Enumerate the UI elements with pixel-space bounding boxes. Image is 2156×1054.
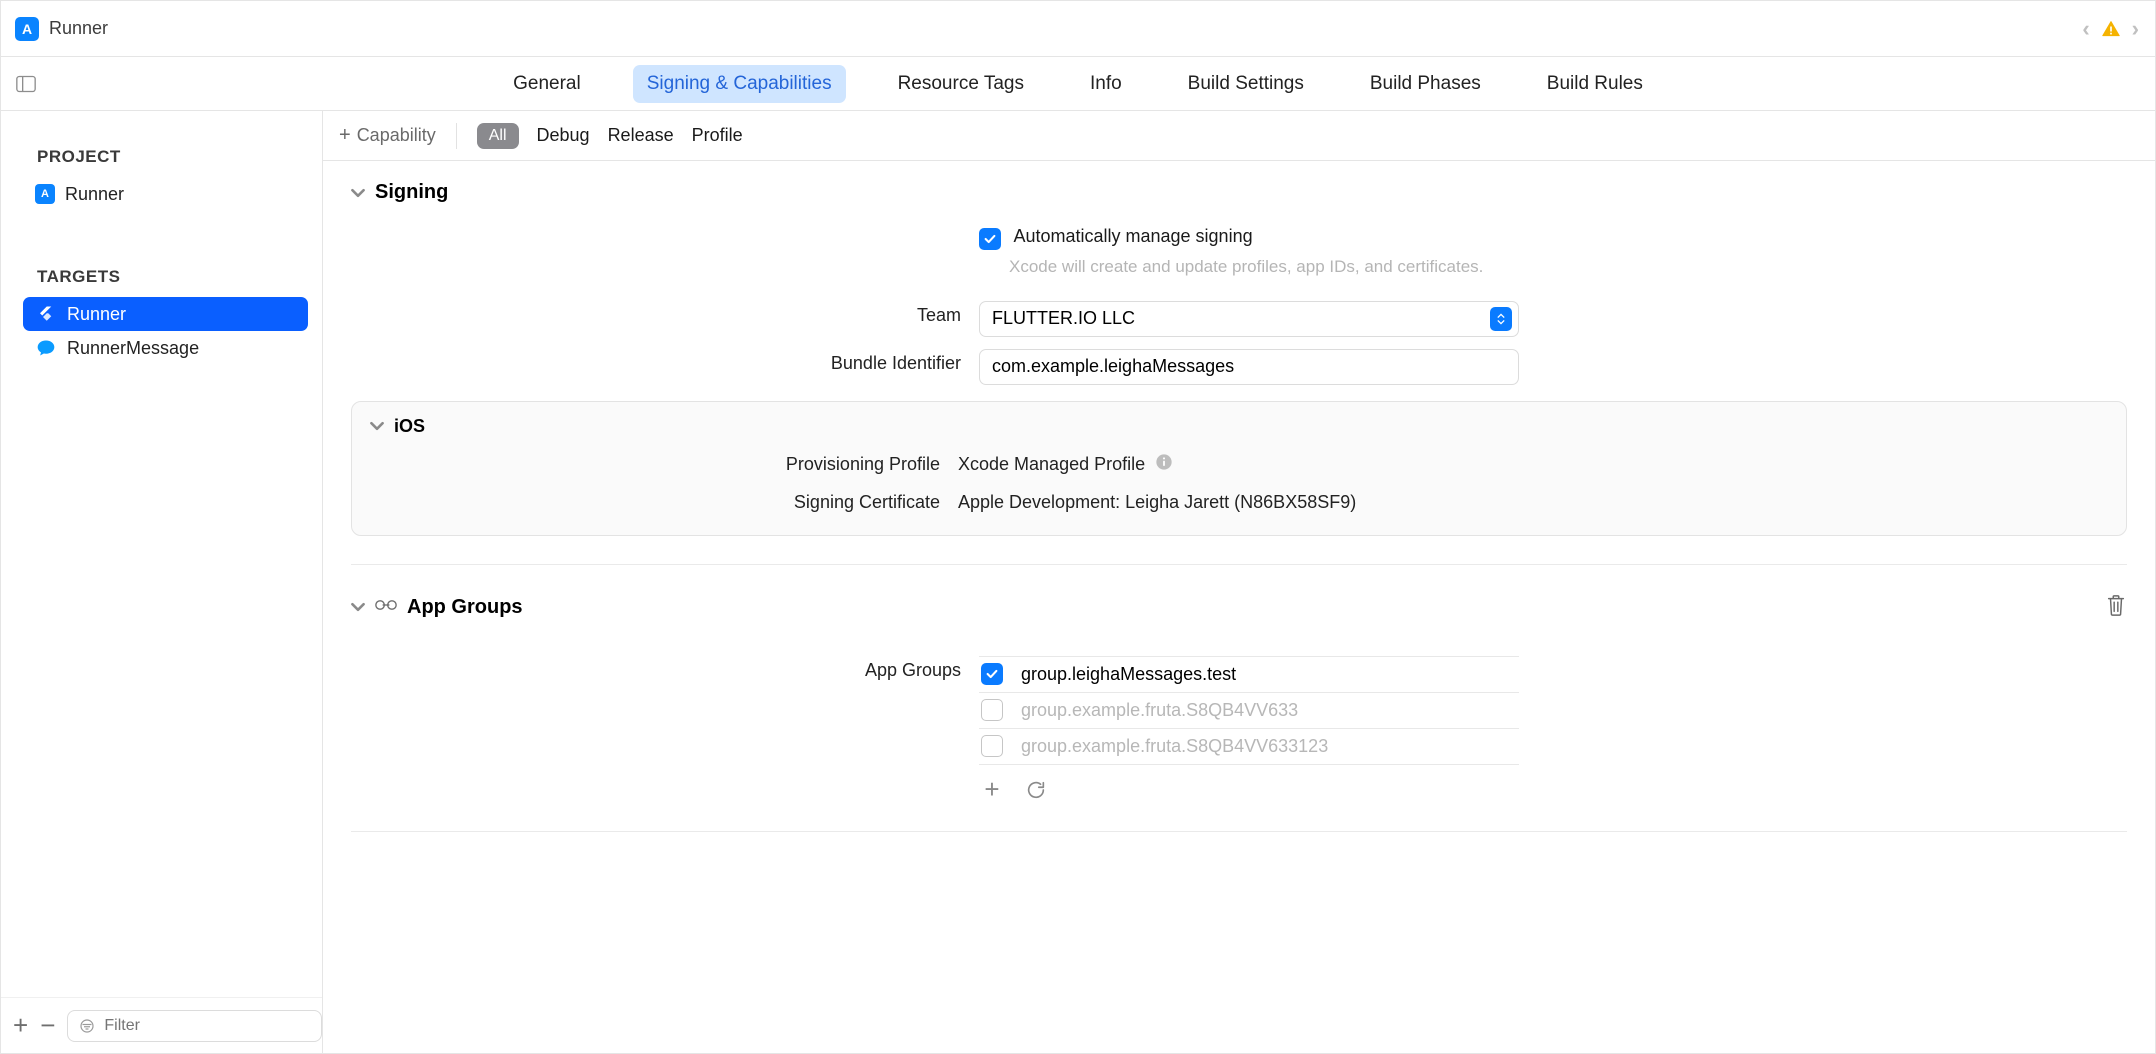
targets-section-header: TARGETS [37,267,308,287]
signing-certificate-label: Signing Certificate [370,492,940,513]
capability-toolbar: + Capability All Debug Release Profile [323,111,2155,161]
signing-disclosure-icon[interactable] [351,186,365,200]
provisioning-profile-value: Xcode Managed Profile [958,454,1145,475]
editor-main: + Capability All Debug Release Profile S… [323,111,2155,1053]
ios-card-title: iOS [394,416,425,437]
app-group-checkbox[interactable] [981,663,1003,685]
warning-icon[interactable] [2100,18,2122,40]
app-groups-section: App Groups App Groups [351,593,2127,803]
tab-signing-capabilities[interactable]: Signing & Capabilities [633,65,846,103]
signing-section-title: Signing [375,181,448,204]
app-groups-capability-icon [375,597,397,618]
provisioning-profile-label: Provisioning Profile [370,454,940,475]
targets-filter-input[interactable] [104,1017,311,1035]
bundle-identifier-field[interactable] [979,349,1519,385]
target-item-runnermessage[interactable]: RunnerMessage [23,331,308,365]
tab-general[interactable]: General [499,65,595,103]
tab-build-rules[interactable]: Build Rules [1533,65,1657,103]
project-app-icon: A [15,17,39,41]
config-release[interactable]: Release [608,125,674,146]
target-item-label: RunnerMessage [67,338,199,359]
editor-tabbar: General Signing & Capabilities Resource … [1,57,2155,111]
delete-capability-button[interactable] [2105,593,2127,622]
app-groups-section-title: App Groups [407,596,523,619]
appgroups-disclosure-icon[interactable] [351,600,365,614]
window-title: Runner [49,18,108,39]
signing-section: Signing Automatically manage signing Xco… [351,181,2127,536]
nav-forward-chevron-icon[interactable]: › [2130,16,2141,42]
left-panel-toggle-icon[interactable] [15,73,37,95]
plus-icon: + [339,124,351,147]
refresh-app-groups-button[interactable] [1023,777,1049,803]
app-group-row[interactable]: group.example.fruta.S8QB4VV633123 [979,729,1519,765]
project-app-icon: A [35,184,55,204]
auto-manage-signing-checkbox[interactable] [979,228,1001,250]
app-group-name: group.example.fruta.S8QB4VV633 [1021,700,1298,721]
tab-build-phases[interactable]: Build Phases [1356,65,1495,103]
app-group-name: group.example.fruta.S8QB4VV633123 [1021,736,1328,757]
app-group-checkbox[interactable] [981,699,1003,721]
team-select[interactable]: FLUTTER.IO LLC [979,301,1519,337]
signing-certificate-value: Apple Development: Leigha Jarett (N86BX5… [958,492,1356,513]
team-label: Team [351,301,961,326]
filter-icon [78,1017,96,1035]
auto-manage-signing-label: Automatically manage signing [1013,226,1252,246]
add-capability-button[interactable]: + Capability [339,124,436,147]
editor-tabs: General Signing & Capabilities Resource … [1,65,2155,103]
section-divider [351,564,2127,565]
window-titlebar: A Runner ‹ › [1,1,2155,57]
app-groups-label: App Groups [351,656,961,681]
remove-target-button[interactable]: − [40,1010,55,1041]
config-profile[interactable]: Profile [692,125,743,146]
team-value: FLUTTER.IO LLC [992,308,1135,329]
config-all-pill[interactable]: All [477,123,519,149]
target-item-runner[interactable]: Runner [23,297,308,331]
app-group-row[interactable]: group.leighaMessages.test [979,657,1519,693]
tab-resource-tags[interactable]: Resource Tags [884,65,1038,103]
app-group-checkbox[interactable] [981,735,1003,757]
project-section-header: PROJECT [37,147,308,167]
select-stepper-icon [1490,307,1512,331]
app-group-name: group.leighaMessages.test [1021,664,1236,685]
nav-back-chevron-icon[interactable]: ‹ [2080,16,2091,42]
add-target-button[interactable]: + [13,1010,28,1041]
flutter-icon [35,303,57,325]
add-capability-label: Capability [357,125,436,146]
sidebar-footer: + − [1,997,322,1053]
info-icon[interactable] [1155,453,1173,476]
toolbar-divider [456,123,457,149]
target-item-label: Runner [67,304,126,325]
add-app-group-button[interactable]: + [979,777,1005,803]
bundle-identifier-input[interactable] [992,356,1506,377]
auto-manage-signing-note: Xcode will create and update profiles, a… [1009,256,1519,279]
tab-info[interactable]: Info [1076,65,1136,103]
project-item-runner[interactable]: A Runner [23,177,308,211]
bundle-identifier-label: Bundle Identifier [351,349,961,374]
targets-sidebar: PROJECT A Runner TARGETS Runner [1,111,323,1053]
config-debug[interactable]: Debug [537,125,590,146]
ios-card-disclosure-icon[interactable] [370,419,384,433]
section-divider [351,831,2127,832]
app-groups-list: group.leighaMessages.test group.example.… [979,656,1519,765]
ios-signing-card: iOS Provisioning Profile Xcode Managed P… [351,401,2127,536]
app-group-row[interactable]: group.example.fruta.S8QB4VV633 [979,693,1519,729]
project-item-label: Runner [65,184,124,205]
targets-filter-field[interactable] [67,1010,322,1042]
message-icon [35,337,57,359]
tab-build-settings[interactable]: Build Settings [1174,65,1318,103]
